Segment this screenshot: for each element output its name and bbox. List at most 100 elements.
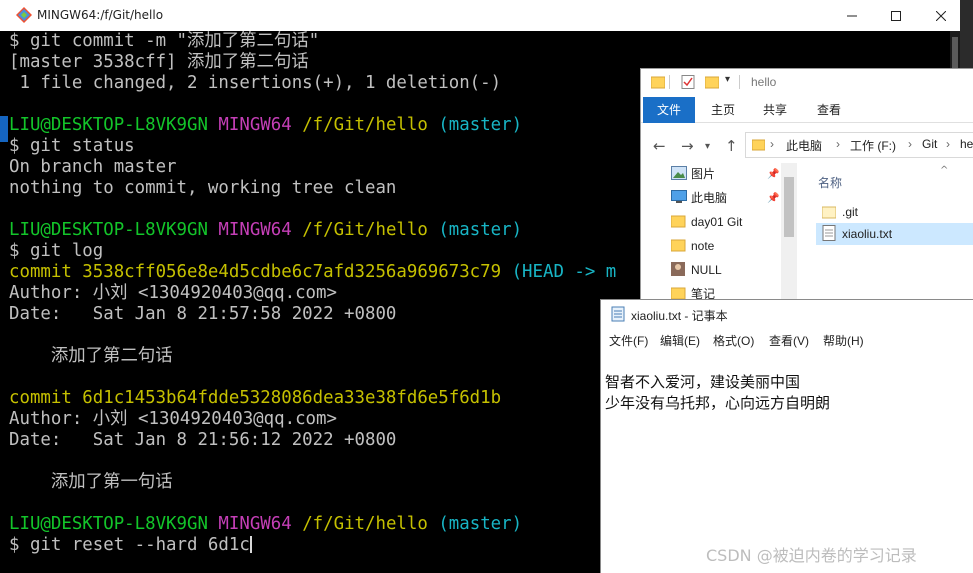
commit-line: commit 3538cff056e8e4d5cdbe6c7afd3256a96… [9, 262, 617, 282]
column-header-name[interactable]: 名称 [818, 174, 842, 191]
breadcrumb-separator: › [908, 137, 912, 151]
text-file-icon [822, 225, 836, 241]
back-arrow-icon[interactable]: ← [653, 137, 666, 155]
nav-item-folder[interactable]: day01 Git [671, 211, 742, 233]
menu-help[interactable]: 帮助(H) [823, 332, 864, 349]
breadcrumb-separator: › [946, 137, 950, 151]
quick-access-dropdown-icon[interactable]: ▾ [725, 74, 730, 85]
tab-file[interactable]: 文件 [643, 97, 696, 123]
folder-icon [671, 287, 686, 300]
prompt-env: MINGW64 [218, 115, 292, 135]
tab-view[interactable]: 查看 [803, 97, 855, 123]
terminal-line: $ git status [9, 136, 135, 156]
breadcrumb-separator: › [836, 137, 840, 151]
nav-item-pictures[interactable]: 图片 [671, 163, 715, 185]
commit-line: commit 6d1c1453b64fdde5328086dea33e38fd6… [9, 388, 502, 408]
taskbar-edge-icon [0, 116, 8, 142]
menu-format[interactable]: 格式(O) [713, 332, 754, 349]
terminal-line: [master 3538cff] 添加了第二句话 [9, 52, 309, 72]
folder-icon [651, 76, 665, 89]
terminal-line: 添加了第一句话 [9, 472, 173, 492]
file-explorer-window[interactable]: ▾ hello 文件 主页 共享 查看 ← → ▾ ↑ › 此电脑 › 工作 (… [640, 68, 973, 300]
user-avatar-icon [671, 262, 685, 276]
terminal-line: nothing to commit, working tree clean [9, 178, 397, 198]
separator [669, 75, 670, 89]
prompt-path: /f/Git/hello [302, 115, 428, 135]
tab-share[interactable]: 共享 [749, 97, 801, 123]
maximize-button[interactable] [873, 0, 919, 31]
prompt-line: LIU@DESKTOP-L8VK9GN MINGW64 /f/Git/hello… [9, 220, 523, 240]
terminal-line: Author: 小刘 <1304920403@qq.com> [9, 283, 337, 303]
prompt-user-host: LIU@DESKTOP-L8VK9GN [9, 115, 208, 135]
terminal-line: $ git commit -m "添加了第二句话" [9, 31, 320, 51]
file-row-git-folder[interactable]: .git [816, 201, 973, 223]
explorer-titlebar[interactable]: ▾ hello [641, 69, 973, 97]
properties-icon[interactable] [681, 75, 695, 89]
text-cursor [249, 536, 252, 553]
terminal-line: $ git log [9, 241, 104, 261]
breadcrumb-git[interactable]: Git [922, 137, 937, 151]
terminal-titlebar[interactable]: MINGW64:/f/Git/hello [0, 0, 960, 31]
maximize-icon [891, 10, 901, 21]
explorer-title: hello [751, 75, 777, 89]
terminal-line: 添加了第二句话 [9, 346, 173, 366]
breadcrumb-drive[interactable]: 工作 (F:) [850, 137, 896, 154]
text-line: 少年没有乌托邦，心向远方自明朗 [605, 394, 831, 412]
command-input-line[interactable]: $ git reset --hard 6d1c [9, 535, 252, 556]
address-bar-row: ← → ▾ ↑ › 此电脑 › 工作 (F:) › Git › he [641, 129, 973, 161]
navigation-scrollbar[interactable] [781, 163, 797, 300]
pin-icon[interactable]: 📌 [767, 193, 779, 204]
notepad-window[interactable]: xiaoliu.txt - 记事本 文件(F) 编辑(E) 格式(O) 查看(V… [600, 299, 973, 573]
ribbon-tabs: 文件 主页 共享 查看 [641, 97, 973, 123]
notepad-icon [611, 306, 625, 322]
up-arrow-icon[interactable]: ↑ [725, 137, 738, 155]
tab-home[interactable]: 主页 [697, 97, 749, 123]
separator [739, 75, 740, 89]
terminal-line: Date: Sat Jan 8 21:56:12 2022 +0800 [9, 430, 397, 450]
recent-dropdown-icon[interactable]: ▾ [705, 141, 710, 152]
scrollbar-thumb[interactable] [784, 177, 794, 237]
address-bar[interactable]: › 此电脑 › 工作 (F:) › Git › he [745, 132, 973, 158]
minimize-icon [847, 15, 857, 16]
notepad-title: xiaoliu.txt - 记事本 [631, 309, 728, 323]
terminal-line: Date: Sat Jan 8 21:57:58 2022 +0800 [9, 304, 397, 324]
terminal-line: On branch master [9, 157, 177, 177]
forward-arrow-icon[interactable]: → [681, 137, 694, 155]
computer-icon [671, 190, 687, 203]
pictures-icon [671, 166, 687, 180]
breadcrumb-this-pc[interactable]: 此电脑 [786, 137, 822, 154]
text-line: 智者不入爱河，建设美丽中国 [605, 373, 801, 391]
menu-file[interactable]: 文件(F) [609, 332, 648, 349]
nav-item-this-pc[interactable]: 此电脑 [671, 187, 727, 209]
prompt-line: LIU@DESKTOP-L8VK9GN MINGW64 /f/Git/hello… [9, 514, 523, 534]
terminal-line: Author: 小刘 <1304920403@qq.com> [9, 409, 337, 429]
folder-icon [671, 215, 686, 228]
new-folder-icon[interactable] [705, 75, 719, 89]
terminal-line: 1 file changed, 2 insertions(+), 1 delet… [9, 73, 502, 93]
nav-item-user[interactable]: NULL [671, 259, 722, 281]
file-list: ^ 名称 .git xiaoliu.txt [804, 163, 973, 300]
close-button[interactable] [918, 0, 964, 31]
nav-item-folder[interactable]: note [671, 235, 714, 257]
git-bash-icon [16, 7, 32, 23]
breadcrumb-separator: › [770, 137, 774, 151]
navigation-pane: 图片 此电脑 day01 Git note NULL 笔记 📌 📌 [641, 163, 796, 300]
close-icon [936, 10, 946, 21]
terminal-title: MINGW64:/f/Git/hello [37, 8, 164, 22]
folder-icon [752, 139, 765, 151]
head-ref: (HEAD -> m [511, 262, 617, 282]
pin-icon[interactable]: 📌 [767, 169, 779, 180]
menu-edit[interactable]: 编辑(E) [660, 332, 700, 349]
minimize-button[interactable] [829, 0, 875, 31]
notepad-text-area[interactable]: 智者不入爱河，建设美丽中国 少年没有乌托邦，心向远方自明朗 [605, 372, 965, 414]
watermark: CSDN @被迫内卷的学习记录 [706, 546, 917, 565]
menu-view[interactable]: 查看(V) [769, 332, 809, 349]
folder-icon [822, 206, 836, 219]
file-row-xiaoliu-txt[interactable]: xiaoliu.txt [816, 223, 973, 245]
notepad-titlebar[interactable]: xiaoliu.txt - 记事本 [601, 300, 973, 328]
sort-ascending-icon: ^ [940, 165, 949, 176]
prompt-line: LIU@DESKTOP-L8VK9GN MINGW64 /f/Git/hello… [9, 115, 522, 136]
nav-item-folder[interactable]: 笔记 [671, 283, 715, 300]
breadcrumb-hello[interactable]: he [960, 137, 973, 151]
notepad-menubar: 文件(F) 编辑(E) 格式(O) 查看(V) 帮助(H) [601, 330, 973, 352]
